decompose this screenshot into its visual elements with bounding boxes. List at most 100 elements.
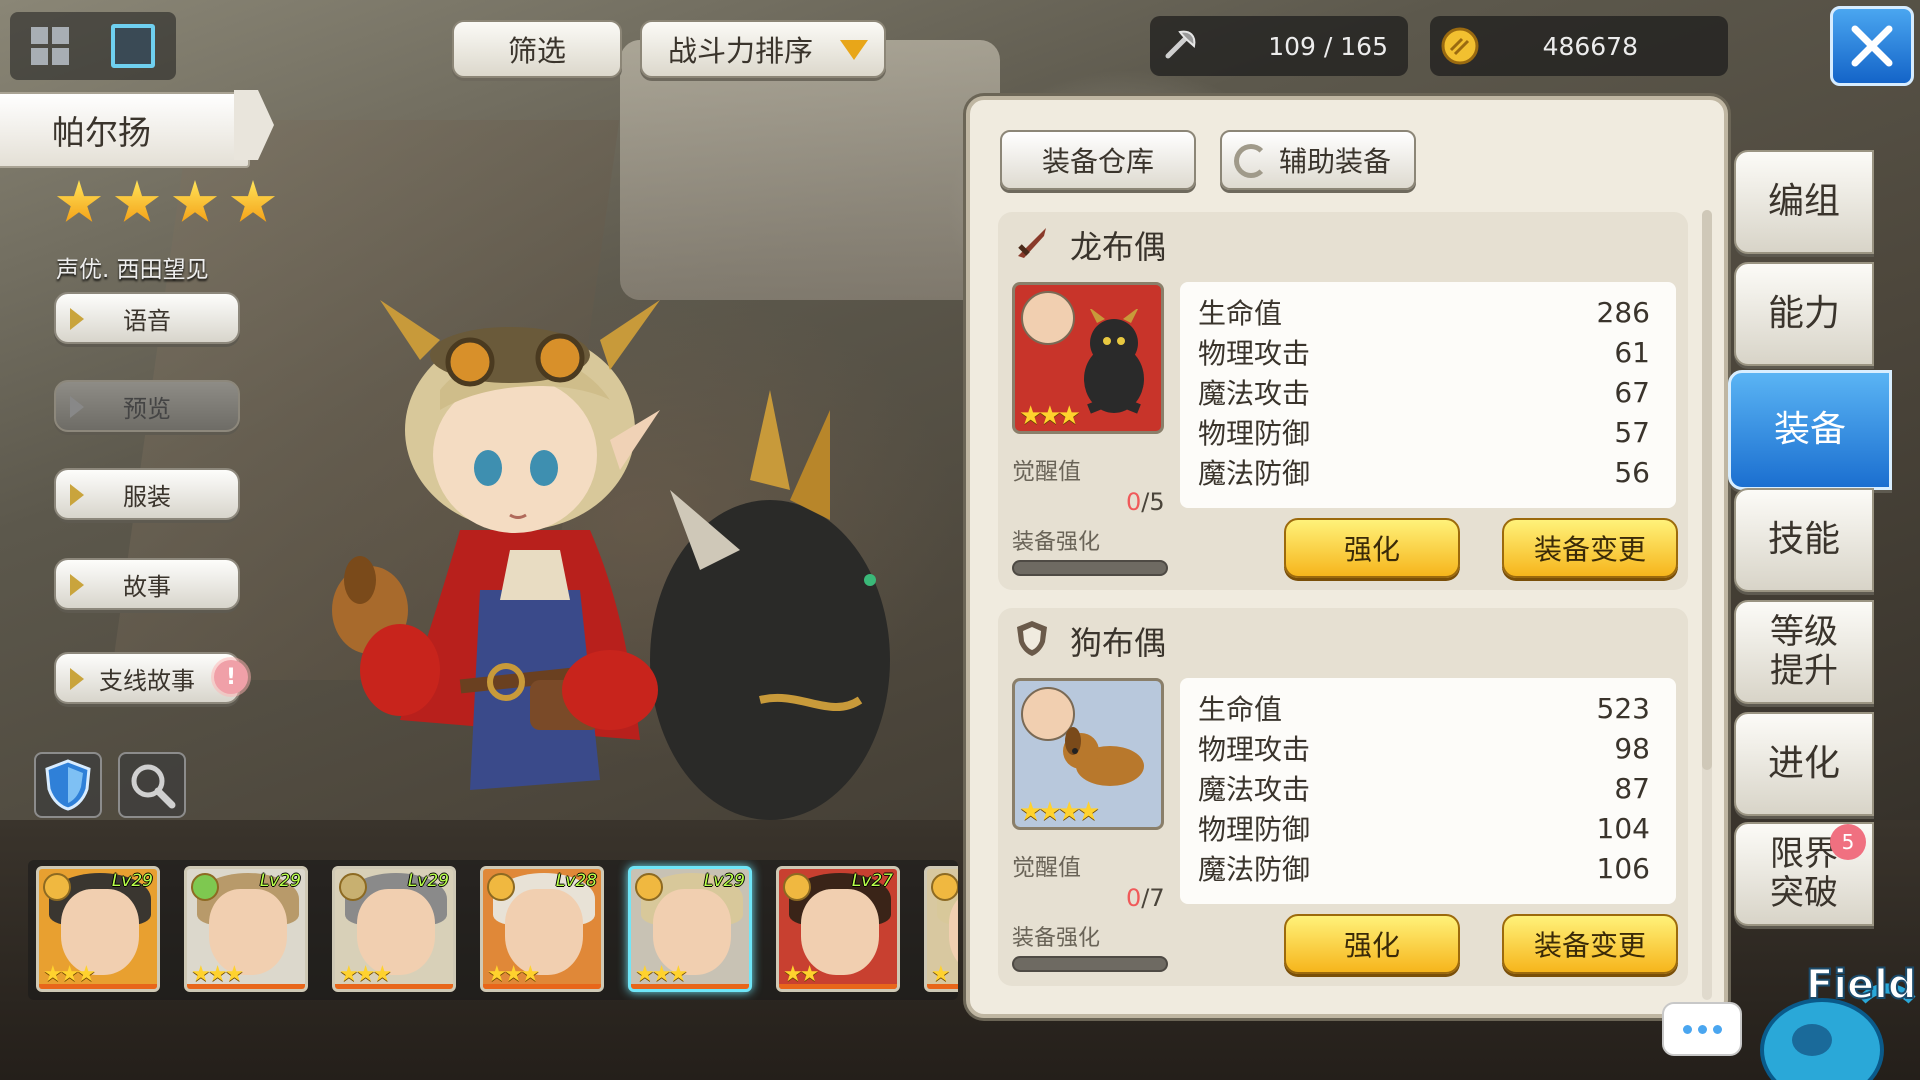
enhance-button[interactable]: 强化: [1284, 518, 1460, 578]
roster-character-card[interactable]: Lv28 ★★★: [480, 866, 604, 992]
detail-tab-3[interactable]: 技能: [1734, 488, 1874, 592]
equipment-name: 龙布偶: [1070, 228, 1167, 266]
stat-value: 56: [1614, 455, 1650, 489]
alert-badge: !: [214, 660, 248, 694]
refresh-icon: [1234, 144, 1268, 178]
stat-row: 物理攻击 98: [1198, 728, 1658, 768]
stat-row: 生命值 286: [1198, 292, 1658, 332]
stat-value: 61: [1614, 335, 1650, 369]
dragon-plush-figure: [650, 390, 890, 820]
stat-value: 57: [1614, 415, 1650, 449]
stat-name: 魔法防御: [1198, 457, 1311, 490]
chat-button[interactable]: [1662, 1002, 1742, 1056]
stat-name: 魔法防御: [1198, 853, 1311, 886]
grid-view-icon[interactable]: [31, 27, 69, 65]
change-equipment-button[interactable]: 装备变更: [1502, 914, 1678, 974]
close-button[interactable]: [1830, 6, 1914, 86]
play-arrow-icon: [70, 308, 84, 330]
equipment-thumbnail[interactable]: ★★★★: [1012, 678, 1164, 830]
chevron-down-icon: [840, 40, 868, 60]
equipment-stars: ★★★: [1019, 401, 1081, 431]
star-icon: [172, 180, 218, 222]
scrollbar-thumb[interactable]: [1702, 210, 1712, 770]
side-menu-button-1[interactable]: 预览: [54, 380, 240, 432]
element-icon: [931, 873, 958, 901]
filter-button[interactable]: 筛选: [452, 20, 622, 78]
tab-label: 能力: [1767, 293, 1840, 335]
change-equipment-button[interactable]: 装备变更: [1502, 518, 1678, 578]
side-menu-label: 支线故事: [99, 666, 195, 695]
stat-name: 魔法攻击: [1198, 377, 1311, 410]
side-menu-label: 故事: [123, 572, 171, 601]
awaken-value: 0/5: [1126, 488, 1165, 516]
tab-label: 装备: [1773, 409, 1846, 451]
guard-button[interactable]: [34, 752, 102, 818]
voice-actor: 声优. 西田望见: [56, 257, 209, 283]
equipment-slot: 狗布偶 ★★★★ 觉醒值 0/7 装备强化 生命值 523 物理攻击 98 魔法攻击 87 物理防御 1…: [998, 608, 1688, 986]
stat-name: 生命值: [1198, 693, 1283, 726]
inspect-button[interactable]: [118, 752, 186, 818]
equipment-thumbnail[interactable]: ★★★: [1012, 282, 1164, 434]
stat-value: 523: [1596, 691, 1650, 725]
stat-row: 生命值 523: [1198, 688, 1658, 728]
card-bar: [39, 984, 157, 989]
field-button[interactable]: Field: [1752, 940, 1920, 1080]
star-icon: [114, 180, 160, 222]
card-bar: [927, 984, 958, 989]
card-bar: [779, 984, 897, 989]
shield-icon: [45, 759, 91, 811]
awaken-value: 0/7: [1126, 884, 1165, 912]
shield-icon: [1012, 618, 1052, 658]
roster-character-card[interactable]: ★: [924, 866, 958, 992]
detail-tab-2[interactable]: 装备: [1728, 370, 1892, 490]
tab-label: 进化: [1767, 743, 1840, 785]
stat-row: 魔法防御 56: [1198, 452, 1658, 492]
sword-icon: [1012, 222, 1052, 262]
stat-value: 286: [1596, 295, 1650, 329]
element-icon: [783, 873, 811, 901]
stamina-counter: 109 / 165: [1150, 16, 1408, 76]
sort-dropdown[interactable]: 战斗力排序: [640, 20, 886, 78]
gold-value: 486678: [1542, 31, 1638, 61]
play-arrow-icon: [70, 668, 84, 690]
equipment-scrollbar[interactable]: [1702, 210, 1712, 1000]
equipment-slot: 龙布偶 ★★★ 觉醒值 0/5 装备强化 生命值 286 物理攻击 61 魔法攻击 67 物理防御 57…: [998, 212, 1688, 590]
sort-label: 战斗力排序: [668, 34, 814, 68]
single-view-icon[interactable]: [111, 24, 155, 68]
stat-value: 87: [1614, 771, 1650, 805]
roster-character-card[interactable]: Lv29 ★★★: [628, 866, 752, 992]
stat-name: 魔法攻击: [1198, 773, 1311, 806]
roster-character-card[interactable]: Lv29 ★★★: [36, 866, 160, 992]
side-menu-button-0[interactable]: 语音: [54, 292, 240, 344]
detail-tab-5[interactable]: 进化: [1734, 712, 1874, 816]
side-menu-button-2[interactable]: 服装: [54, 468, 240, 520]
field-label: Field: [1806, 962, 1917, 1008]
side-menu-button-3[interactable]: 故事: [54, 558, 240, 610]
tab-label: 等级 提升: [1770, 611, 1838, 691]
character-name: 帕尔扬: [0, 92, 250, 168]
card-bar: [187, 984, 305, 989]
character-equipment-screen: 筛选 战斗力排序 109 / 165 486678 帕尔扬 声优. 西田望见 语…: [0, 0, 1920, 1080]
side-menu-label: 服装: [123, 482, 171, 511]
equipment-name: 狗布偶: [1070, 624, 1167, 662]
stat-value: 106: [1596, 851, 1650, 885]
roster-character-card[interactable]: Lv29 ★★★: [184, 866, 308, 992]
auxiliary-equipment-button[interactable]: 辅助装备: [1220, 130, 1416, 190]
star-icon: [230, 180, 276, 222]
detail-tab-1[interactable]: 能力: [1734, 262, 1874, 366]
detail-tab-6[interactable]: 限界 突破 5: [1734, 822, 1874, 926]
stat-row: 魔法防御 106: [1198, 848, 1658, 888]
stat-row: 魔法攻击 67: [1198, 372, 1658, 412]
detail-tab-4[interactable]: 等级 提升: [1734, 600, 1874, 704]
side-menu-button-4[interactable]: 支线故事!: [54, 652, 248, 704]
play-arrow-icon: [70, 484, 84, 506]
detail-tab-0[interactable]: 编组: [1734, 150, 1874, 254]
gold-counter: 486678: [1430, 16, 1728, 76]
equipment-stars: ★★★★: [1019, 797, 1100, 827]
level-label: Lv27: [851, 871, 893, 891]
roster-character-card[interactable]: Lv27 ★★: [776, 866, 900, 992]
card-bar: [631, 984, 749, 989]
enhance-button[interactable]: 强化: [1284, 914, 1460, 974]
equipment-warehouse-button[interactable]: 装备仓库: [1000, 130, 1196, 190]
roster-character-card[interactable]: Lv29 ★★★: [332, 866, 456, 992]
